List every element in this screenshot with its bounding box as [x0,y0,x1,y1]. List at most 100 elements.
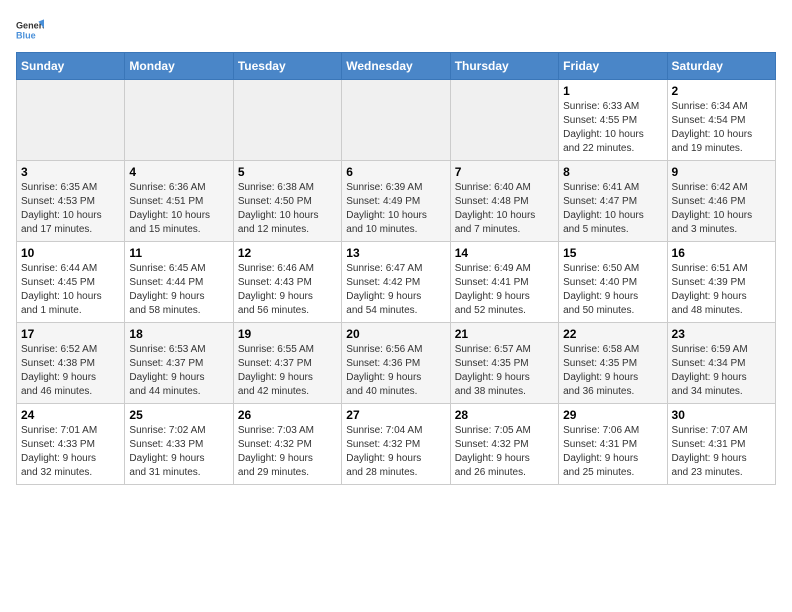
calendar-week-row: 1Sunrise: 6:33 AM Sunset: 4:55 PM Daylig… [17,80,776,161]
day-number: 29 [563,408,662,422]
day-number: 24 [21,408,120,422]
calendar-cell: 7 Sunrise: 6:40 AM Sunset: 4:48 PM Daylig… [450,161,558,242]
calendar-cell: 18 Sunrise: 6:53 AM Sunset: 4:37 PM Dayli… [125,323,233,404]
day-info: Sunrise: 6:52 AM Sunset: 4:38 PM Dayligh… [21,343,120,399]
day-info: Sunrise: 6:40 AM Sunset: 4:48 PM Dayligh… [455,181,554,237]
day-info: Sunrise: 7:01 AM Sunset: 4:33 PM Dayligh… [21,424,120,480]
day-number: 1 [563,84,662,98]
day-info: Sunrise: 6:46 AM Sunset: 4:43 PM Dayligh… [238,262,337,318]
day-number: 23 [672,327,771,341]
day-number: 16 [672,246,771,260]
day-info: Sunrise: 6:42 AM Sunset: 4:46 PM Dayligh… [672,181,771,237]
day-info: Sunrise: 6:51 AM Sunset: 4:39 PM Dayligh… [672,262,771,318]
calendar-cell: 23 Sunrise: 6:59 AM Sunset: 4:34 PM Dayli… [667,323,775,404]
calendar-cell: 24 Sunrise: 7:01 AM Sunset: 4:33 PM Dayli… [17,404,125,485]
logo: General Blue [16,16,48,44]
calendar-cell: 4 Sunrise: 6:36 AM Sunset: 4:51 PM Daylig… [125,161,233,242]
calendar-cell: 27Sunrise: 7:04 AM Sunset: 4:32 PM Dayli… [342,404,450,485]
day-number: 17 [21,327,120,341]
calendar-cell: 9Sunrise: 6:42 AM Sunset: 4:46 PM Daylig… [667,161,775,242]
day-number: 18 [129,327,228,341]
day-number: 11 [129,246,228,260]
calendar-cell: 30 Sunrise: 7:07 AM Sunset: 4:31 PM Dayli… [667,404,775,485]
calendar-cell: 13 Sunrise: 6:47 AM Sunset: 4:42 PM Dayli… [342,242,450,323]
calendar-cell: 22 Sunrise: 6:58 AM Sunset: 4:35 PM Dayli… [559,323,667,404]
day-info: Sunrise: 7:05 AM Sunset: 4:32 PM Dayligh… [455,424,554,480]
day-info: Sunrise: 6:39 AM Sunset: 4:49 PM Dayligh… [346,181,445,237]
weekday-header: Monday [125,53,233,80]
header-row: SundayMondayTuesdayWednesdayThursdayFrid… [17,53,776,80]
calendar-cell: 26 Sunrise: 7:03 AM Sunset: 4:32 PM Dayli… [233,404,341,485]
day-number: 21 [455,327,554,341]
calendar-header: SundayMondayTuesdayWednesdayThursdayFrid… [17,53,776,80]
day-number: 8 [563,165,662,179]
calendar-week-row: 17 Sunrise: 6:52 AM Sunset: 4:38 PM Dayli… [17,323,776,404]
calendar-cell: 21 Sunrise: 6:57 AM Sunset: 4:35 PM Dayli… [450,323,558,404]
calendar-week-row: 24 Sunrise: 7:01 AM Sunset: 4:33 PM Dayli… [17,404,776,485]
day-number: 7 [455,165,554,179]
day-number: 14 [455,246,554,260]
weekday-header: Sunday [17,53,125,80]
day-info: Sunrise: 6:59 AM Sunset: 4:34 PM Dayligh… [672,343,771,399]
day-info: Sunrise: 6:56 AM Sunset: 4:36 PM Dayligh… [346,343,445,399]
day-info: Sunrise: 6:36 AM Sunset: 4:51 PM Dayligh… [129,181,228,237]
day-info: Sunrise: 7:02 AM Sunset: 4:33 PM Dayligh… [129,424,228,480]
day-info: Sunrise: 6:53 AM Sunset: 4:37 PM Dayligh… [129,343,228,399]
day-info: Sunrise: 6:55 AM Sunset: 4:37 PM Dayligh… [238,343,337,399]
calendar-cell: 10Sunrise: 6:44 AM Sunset: 4:45 PM Dayli… [17,242,125,323]
day-info: Sunrise: 6:57 AM Sunset: 4:35 PM Dayligh… [455,343,554,399]
calendar-cell: 2 Sunrise: 6:34 AM Sunset: 4:54 PM Daylig… [667,80,775,161]
weekday-header: Friday [559,53,667,80]
day-info: Sunrise: 7:06 AM Sunset: 4:31 PM Dayligh… [563,424,662,480]
calendar-cell: 20Sunrise: 6:56 AM Sunset: 4:36 PM Dayli… [342,323,450,404]
day-info: Sunrise: 6:35 AM Sunset: 4:53 PM Dayligh… [21,181,120,237]
calendar-cell: 5Sunrise: 6:38 AM Sunset: 4:50 PM Daylig… [233,161,341,242]
day-info: Sunrise: 7:07 AM Sunset: 4:31 PM Dayligh… [672,424,771,480]
day-info: Sunrise: 6:38 AM Sunset: 4:50 PM Dayligh… [238,181,337,237]
day-number: 13 [346,246,445,260]
day-number: 30 [672,408,771,422]
day-info: Sunrise: 7:04 AM Sunset: 4:32 PM Dayligh… [346,424,445,480]
day-number: 12 [238,246,337,260]
calendar-cell [233,80,341,161]
calendar-cell: 12 Sunrise: 6:46 AM Sunset: 4:43 PM Dayli… [233,242,341,323]
header: General Blue [16,16,776,44]
calendar-cell: 14Sunrise: 6:49 AM Sunset: 4:41 PM Dayli… [450,242,558,323]
weekday-header: Saturday [667,53,775,80]
day-number: 26 [238,408,337,422]
day-info: Sunrise: 6:45 AM Sunset: 4:44 PM Dayligh… [129,262,228,318]
calendar-cell [17,80,125,161]
day-info: Sunrise: 6:34 AM Sunset: 4:54 PM Dayligh… [672,100,771,156]
day-number: 2 [672,84,771,98]
day-number: 4 [129,165,228,179]
calendar-cell: 17 Sunrise: 6:52 AM Sunset: 4:38 PM Dayli… [17,323,125,404]
day-number: 28 [455,408,554,422]
day-info: Sunrise: 6:44 AM Sunset: 4:45 PM Dayligh… [21,262,120,318]
calendar-cell: 3Sunrise: 6:35 AM Sunset: 4:53 PM Daylig… [17,161,125,242]
calendar-cell: 19 Sunrise: 6:55 AM Sunset: 4:37 PM Dayli… [233,323,341,404]
day-number: 19 [238,327,337,341]
calendar-cell: 25 Sunrise: 7:02 AM Sunset: 4:33 PM Dayli… [125,404,233,485]
weekday-header: Tuesday [233,53,341,80]
calendar-cell: 28 Sunrise: 7:05 AM Sunset: 4:32 PM Dayli… [450,404,558,485]
calendar-cell: 1Sunrise: 6:33 AM Sunset: 4:55 PM Daylig… [559,80,667,161]
day-info: Sunrise: 6:58 AM Sunset: 4:35 PM Dayligh… [563,343,662,399]
calendar: SundayMondayTuesdayWednesdayThursdayFrid… [16,52,776,485]
calendar-week-row: 3Sunrise: 6:35 AM Sunset: 4:53 PM Daylig… [17,161,776,242]
day-number: 22 [563,327,662,341]
day-info: Sunrise: 6:41 AM Sunset: 4:47 PM Dayligh… [563,181,662,237]
calendar-cell: 11 Sunrise: 6:45 AM Sunset: 4:44 PM Dayli… [125,242,233,323]
svg-text:Blue: Blue [16,30,36,40]
calendar-cell [125,80,233,161]
calendar-cell [450,80,558,161]
weekday-header: Thursday [450,53,558,80]
weekday-header: Wednesday [342,53,450,80]
logo-icon: General Blue [16,16,44,44]
day-number: 25 [129,408,228,422]
day-info: Sunrise: 6:50 AM Sunset: 4:40 PM Dayligh… [563,262,662,318]
calendar-cell: 29 Sunrise: 7:06 AM Sunset: 4:31 PM Dayli… [559,404,667,485]
day-info: Sunrise: 7:03 AM Sunset: 4:32 PM Dayligh… [238,424,337,480]
day-info: Sunrise: 6:47 AM Sunset: 4:42 PM Dayligh… [346,262,445,318]
calendar-cell: 8 Sunrise: 6:41 AM Sunset: 4:47 PM Daylig… [559,161,667,242]
calendar-cell: 15Sunrise: 6:50 AM Sunset: 4:40 PM Dayli… [559,242,667,323]
